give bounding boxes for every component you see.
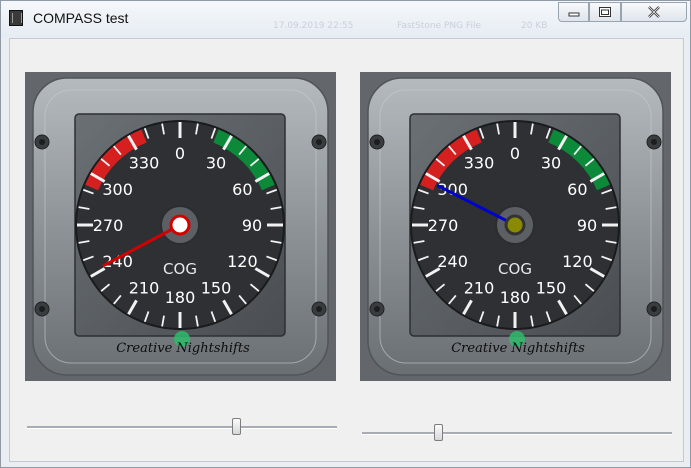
maximize-button[interactable] (589, 2, 621, 22)
window-title: COMPASS test (33, 10, 129, 26)
screw-hole (374, 306, 380, 312)
screw-hole (39, 306, 45, 312)
minimize-button[interactable] (558, 2, 589, 22)
dial-number: 240 (102, 252, 133, 271)
dial-number: 240 (437, 252, 468, 271)
client-area: 0 30 60 90 120 150 180 210 240 270 300 330 COG Creati… (9, 38, 684, 462)
dial-number: 210 (129, 278, 160, 297)
app-window: 17.09.2019 22:55 FastStone PNG File 20 K… (0, 0, 691, 468)
dial-number: 330 (464, 154, 495, 173)
brand-logo: Creative Nightshifts (451, 341, 585, 356)
maximize-icon (599, 7, 611, 17)
screw-hole (374, 139, 380, 145)
dial-label: COG (498, 260, 532, 278)
compass-gauge-2: 0 30 60 90 120 150 180 210 240 270 300 330 COG Creati… (360, 72, 671, 381)
hub-cap (504, 214, 526, 236)
screw-hole (316, 306, 322, 312)
dial-number: 90 (242, 216, 262, 235)
minimize-icon (568, 12, 579, 17)
dial-number: 120 (227, 252, 258, 271)
screw-hole (39, 139, 45, 145)
dial-number: 0 (175, 144, 185, 163)
compass-gauge-1: 0 30 60 90 120 150 180 210 240 270 300 330 COG Creati… (25, 72, 336, 381)
close-button[interactable] (621, 2, 687, 22)
dial-number: 330 (129, 154, 160, 173)
background-window-text: FastStone PNG File (397, 21, 481, 31)
dial-number: 180 (500, 288, 531, 307)
slider-thumb[interactable] (434, 424, 444, 441)
dial-number: 300 (437, 180, 468, 199)
dial-number: 180 (165, 288, 196, 307)
title-bar[interactable]: 17.09.2019 22:55 FastStone PNG File 20 K… (1, 1, 690, 37)
dial-number: 300 (102, 180, 133, 199)
close-icon (648, 6, 660, 18)
film-strip-icon[interactable] (9, 10, 23, 26)
dial-number: 60 (567, 180, 587, 199)
screw-hole (316, 139, 322, 145)
background-window-text: 17.09.2019 22:55 (273, 21, 354, 31)
dial-number: 90 (577, 216, 597, 235)
dial-number: 0 (510, 144, 520, 163)
compass-1-slider[interactable] (27, 417, 337, 439)
dial-label: COG (163, 260, 197, 278)
dial-number: 30 (541, 154, 561, 173)
background-window-text: 20 KB (521, 21, 548, 31)
slider-track[interactable] (27, 426, 337, 429)
hub-cap (169, 214, 191, 236)
brand-logo: Creative Nightshifts (116, 341, 250, 356)
dial-number: 120 (562, 252, 593, 271)
dial-number: 150 (201, 278, 232, 297)
screw-hole (651, 139, 657, 145)
dial-number: 270 (93, 216, 124, 235)
slider-thumb[interactable] (231, 418, 241, 435)
screw-hole (651, 306, 657, 312)
dial-number: 60 (232, 180, 252, 199)
dial-number: 210 (464, 278, 495, 297)
dial-number: 30 (206, 154, 226, 173)
compass-2-slider[interactable] (362, 423, 672, 445)
dial-number: 270 (428, 216, 459, 235)
slider-track[interactable] (362, 432, 672, 435)
dial-number: 150 (536, 278, 567, 297)
